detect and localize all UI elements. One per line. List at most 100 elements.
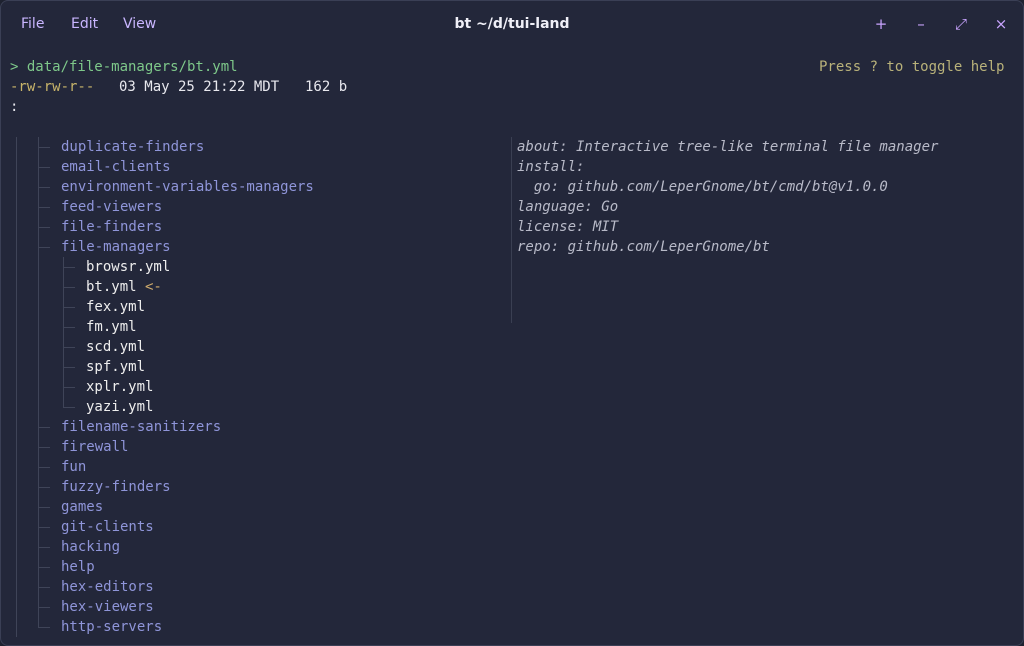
command-prompt[interactable]: : xyxy=(10,97,18,117)
tree-dir-item[interactable]: games xyxy=(61,497,103,517)
tree-item-name: fex.yml xyxy=(86,299,146,315)
tree-file-item[interactable]: yazi.yml xyxy=(86,397,153,417)
tree-dir-item[interactable]: fuzzy-finders xyxy=(61,477,171,497)
tree-branch xyxy=(63,267,75,268)
tree-branch xyxy=(38,207,50,208)
tree-guide xyxy=(16,137,17,637)
tree-dir-item[interactable]: duplicate-finders xyxy=(61,137,204,157)
tree-branch xyxy=(63,327,75,328)
maximize-icon[interactable]: ⤢ xyxy=(951,13,971,35)
file-permissions: -rw-rw-r-- xyxy=(10,79,95,95)
tree-item-name: spf.yml xyxy=(86,359,146,375)
tree-branch xyxy=(38,547,50,548)
tree-branch xyxy=(63,387,75,388)
preview-line: go: github.com/LeperGnome/bt/cmd/bt@v1.0… xyxy=(517,179,888,195)
preview-divider xyxy=(511,137,512,323)
tree-item-name: file-finders xyxy=(61,219,163,235)
tree-dir-item[interactable]: file-finders xyxy=(61,217,162,237)
tree-dir-item[interactable]: hex-editors xyxy=(61,577,154,597)
tree-item-name: games xyxy=(61,499,104,515)
tree-branch xyxy=(38,427,50,428)
tree-item-name: browsr.yml xyxy=(86,259,171,275)
tree-dir-item[interactable]: feed-viewers xyxy=(61,197,162,217)
tree-dir-item[interactable]: environment-variables-managers xyxy=(61,177,314,197)
tree-dir-item[interactable]: firewall xyxy=(61,437,128,457)
terminal-content[interactable]: > data/file-managers/bt.yml Press ? to t… xyxy=(1,49,1023,645)
tree-branch xyxy=(38,147,50,148)
tree-item-name: environment-variables-managers xyxy=(61,179,314,195)
minimize-icon[interactable]: – xyxy=(911,13,931,35)
tree-item-name: hacking xyxy=(61,539,121,555)
tree-branch xyxy=(38,227,50,228)
tree-dir-item[interactable]: fun xyxy=(61,457,86,477)
tree-branch xyxy=(38,487,50,488)
tree-file-item[interactable]: spf.yml xyxy=(86,357,145,377)
tree-guide xyxy=(38,137,39,627)
tree-branch xyxy=(38,607,50,608)
tree-item-name: fuzzy-finders xyxy=(61,479,171,495)
tree-file-item[interactable]: bt.yml <- xyxy=(86,277,162,297)
tree-item-name: duplicate-finders xyxy=(61,139,205,155)
tree-branch xyxy=(63,407,75,408)
tree-item-name: fun xyxy=(61,459,87,475)
tree-branch xyxy=(38,167,50,168)
file-modified: 03 May 25 21:22 MDT xyxy=(119,79,280,95)
preview-line: license: MIT xyxy=(517,219,619,235)
tree-item-name: xplr.yml xyxy=(86,379,154,395)
tree-file-item[interactable]: browsr.yml xyxy=(86,257,170,277)
close-icon[interactable]: × xyxy=(991,13,1011,35)
tree-dir-item[interactable]: file-managers xyxy=(61,237,171,257)
tree-item-name: file-managers xyxy=(61,239,171,255)
tree-dir-item[interactable]: hex-viewers xyxy=(61,597,154,617)
tree-dir-item[interactable]: email-clients xyxy=(61,157,171,177)
file-size: 162 b xyxy=(305,79,348,95)
tree-item-name: fm.yml xyxy=(86,319,137,335)
tree-guide xyxy=(63,257,64,407)
tree-item-name: yazi.yml xyxy=(86,399,154,415)
tree-item-name: feed-viewers xyxy=(61,199,163,215)
tree-item-name: firewall xyxy=(61,439,129,455)
tree-item-name: hex-viewers xyxy=(61,599,154,615)
tree-branch xyxy=(63,287,75,288)
tree-dir-item[interactable]: git-clients xyxy=(61,517,154,537)
preview-line: about: Interactive tree-like terminal fi… xyxy=(517,139,939,155)
tree-branch xyxy=(38,247,50,248)
help-hint: Press ? to toggle help xyxy=(819,59,1005,75)
title-bar: File Edit View bt ~/d/tui-land + – ⤢ × xyxy=(1,1,1023,49)
current-path: > data/file-managers/bt.yml xyxy=(10,59,238,75)
tree-branch xyxy=(38,187,50,188)
tree-file-item[interactable]: fm.yml xyxy=(86,317,137,337)
terminal-window: File Edit View bt ~/d/tui-land + – ⤢ × >… xyxy=(0,0,1024,646)
window-title: bt ~/d/tui-land xyxy=(454,16,570,32)
tree-dir-item[interactable]: filename-sanitizers xyxy=(61,417,221,437)
tree-dir-item[interactable]: help xyxy=(61,557,95,577)
tree-item-name: filename-sanitizers xyxy=(61,419,222,435)
preview-line: install: xyxy=(517,159,585,175)
tree-branch xyxy=(63,347,75,348)
tree-item-name: git-clients xyxy=(61,519,154,535)
tree-branch xyxy=(38,587,50,588)
tree-item-name: bt.yml xyxy=(86,279,137,295)
tree-file-item[interactable]: xplr.yml xyxy=(86,377,153,397)
tree-file-item[interactable]: scd.yml xyxy=(86,337,145,357)
tree-branch xyxy=(38,447,50,448)
tree-file-item[interactable]: fex.yml xyxy=(86,297,145,317)
tree-branch xyxy=(38,527,50,528)
new-tab-icon[interactable]: + xyxy=(871,13,891,35)
tree-item-name: http-servers xyxy=(61,619,163,635)
tree-dir-item[interactable]: http-servers xyxy=(61,617,162,637)
tree-item-name: help xyxy=(61,559,95,575)
tree-branch xyxy=(63,307,75,308)
tree-branch xyxy=(63,367,75,368)
tree-branch xyxy=(38,467,50,468)
tree-dir-item[interactable]: hacking xyxy=(61,537,120,557)
tree-item-name: hex-editors xyxy=(61,579,154,595)
preview-line: repo: github.com/LeperGnome/bt xyxy=(517,239,770,255)
selected-marker: <- xyxy=(136,279,162,295)
tree-branch xyxy=(38,567,50,568)
preview-line: language: Go xyxy=(517,199,619,215)
tree-branch xyxy=(38,507,50,508)
tree-branch xyxy=(38,627,50,628)
tree-item-name: scd.yml xyxy=(86,339,146,355)
tree-item-name: email-clients xyxy=(61,159,171,175)
